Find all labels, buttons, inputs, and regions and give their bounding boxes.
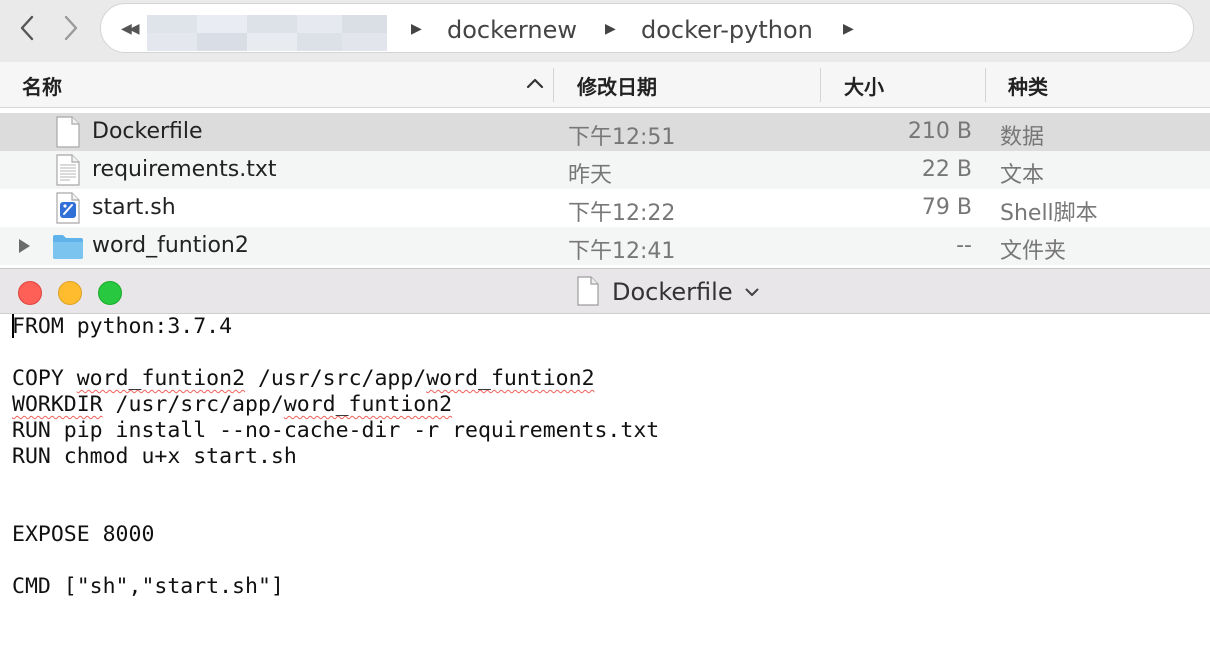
path-overflow-icon[interactable]: ◀◀ — [121, 21, 139, 37]
file-date: 下午12:22 — [568, 201, 676, 226]
file-kind: Shell脚本 — [1000, 201, 1098, 226]
forward-button[interactable] — [54, 10, 88, 46]
text-editor-window: Dockerfile FROM python:3.7.4 COPY word_f… — [0, 268, 1210, 646]
chevron-right-icon — [64, 15, 78, 41]
column-header: 名称 修改日期 大小 种类 — [0, 62, 1210, 108]
text-file-icon — [56, 154, 80, 186]
path-crumb-docker-python[interactable]: docker-python — [641, 16, 813, 44]
column-kind-header[interactable]: 种类 — [1008, 71, 1048, 100]
finder-window: ◀◀ ▶ dockernew ▶ docker-python ▶ 名称 修改日期… — [0, 0, 1210, 268]
file-name: word_funtion2 — [92, 233, 249, 258]
back-button[interactable] — [10, 10, 44, 46]
redacted-path-segment — [147, 15, 387, 51]
code-line: CMD ["sh","start.sh"] — [12, 574, 284, 599]
editor-titlebar: Dockerfile — [0, 268, 1210, 314]
code-line: RUN pip install --no-cache-dir -r requir… — [12, 418, 660, 443]
column-divider[interactable] — [553, 68, 554, 102]
file-date: 昨天 — [568, 163, 613, 188]
path-separator-icon: ▶ — [843, 21, 854, 37]
disclosure-triangle-icon[interactable] — [17, 238, 31, 254]
zoom-window-button[interactable] — [98, 281, 122, 305]
column-date-header[interactable]: 修改日期 — [577, 71, 657, 100]
finder-toolbar: ◀◀ ▶ dockernew ▶ docker-python ▶ — [0, 0, 1210, 62]
file-row-start-sh[interactable]: start.sh 下午12:22 79 B Shell脚本 — [0, 189, 1210, 227]
file-kind: 文件夹 — [1000, 239, 1067, 264]
path-separator-icon: ▶ — [411, 21, 422, 37]
chevron-left-icon — [20, 15, 34, 41]
file-date: 下午12:41 — [568, 239, 676, 264]
column-divider[interactable] — [820, 68, 821, 102]
column-name-header[interactable]: 名称 — [22, 71, 62, 100]
file-name: Dockerfile — [92, 119, 203, 144]
sort-ascending-icon — [526, 78, 544, 89]
path-crumb-dockernew[interactable]: dockernew — [447, 16, 577, 44]
file-kind: 数据 — [1000, 125, 1045, 150]
document-icon — [577, 276, 599, 306]
document-title[interactable]: Dockerfile — [612, 278, 733, 306]
file-name: requirements.txt — [92, 157, 277, 182]
file-size: 79 B — [921, 195, 972, 220]
minimize-window-button[interactable] — [58, 281, 82, 305]
path-separator-icon: ▶ — [605, 21, 616, 37]
file-size: 210 B — [907, 119, 972, 144]
folder-icon — [53, 235, 83, 259]
code-line: EXPOSE 8000 — [12, 522, 155, 547]
file-name: start.sh — [92, 195, 176, 220]
file-kind: 文本 — [1000, 163, 1045, 188]
file-size: 22 B — [921, 157, 972, 182]
close-window-button[interactable] — [18, 281, 42, 305]
file-size: -- — [956, 233, 972, 258]
file-row-requirements[interactable]: requirements.txt 昨天 22 B 文本 — [0, 151, 1210, 189]
code-line: WORKDIR /usr/src/app/word_funtion2 — [12, 392, 453, 417]
column-size-header[interactable]: 大小 — [844, 71, 884, 100]
file-row-word-funtion2[interactable]: word_funtion2 下午12:41 -- 文件夹 — [0, 227, 1210, 265]
code-line: RUN chmod u+x start.sh — [12, 444, 297, 469]
path-bar[interactable]: ◀◀ ▶ dockernew ▶ docker-python ▶ — [100, 3, 1194, 53]
code-line: COPY word_funtion2 /usr/src/app/word_fun… — [12, 366, 595, 391]
chevron-down-icon[interactable] — [745, 288, 759, 297]
code-line: FROM python:3.7.4 — [12, 314, 233, 339]
shell-script-icon — [56, 192, 80, 224]
column-divider[interactable] — [985, 68, 986, 102]
document-icon — [56, 116, 80, 148]
editor-text-area[interactable]: FROM python:3.7.4 COPY word_funtion2 /us… — [12, 314, 1202, 644]
file-date: 下午12:51 — [568, 125, 676, 150]
file-row-dockerfile[interactable]: Dockerfile 下午12:51 210 B 数据 — [0, 113, 1210, 151]
